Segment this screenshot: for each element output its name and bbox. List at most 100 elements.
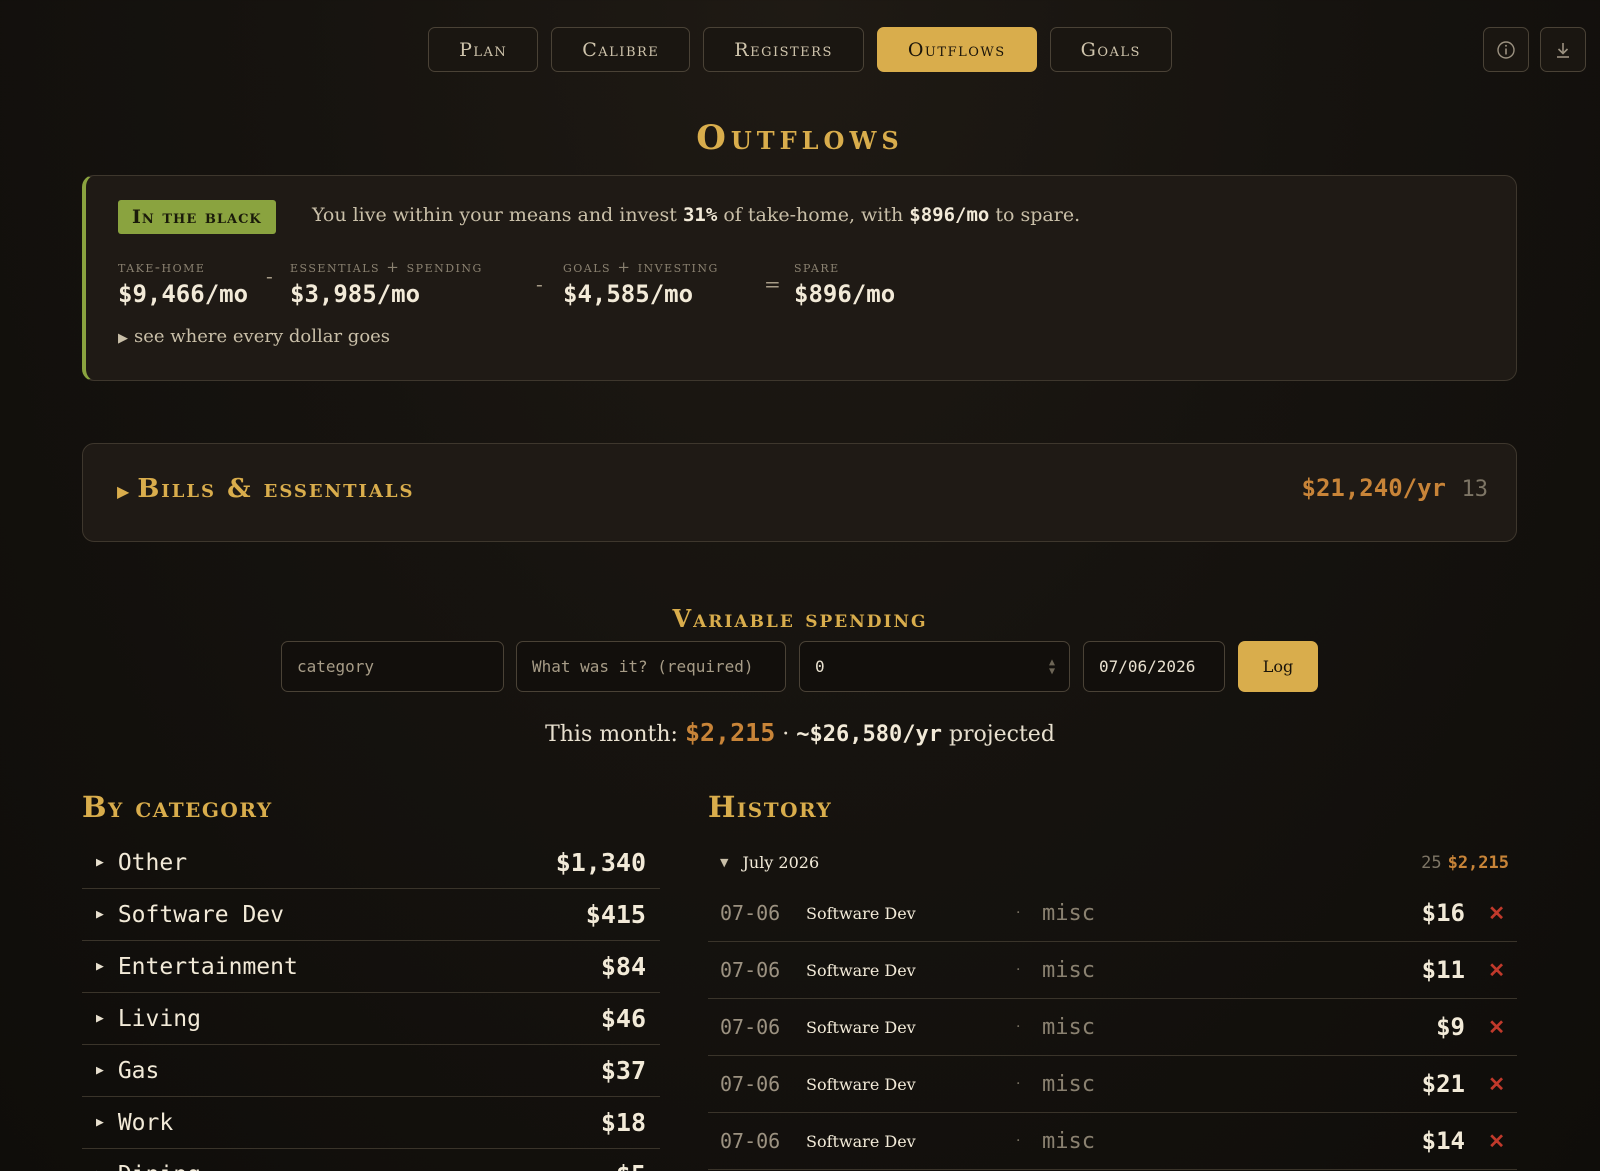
category-name: Entertainment	[117, 953, 298, 980]
info-icon	[1497, 40, 1515, 59]
separator: ·	[775, 722, 797, 747]
category-row[interactable]: ▶ Entertainment $84	[82, 941, 660, 993]
history-row: 07-06 Software Dev · misc $21 ✕	[708, 1056, 1517, 1113]
minus-operator: -	[536, 272, 543, 296]
metric-value: $4,585/mo	[563, 280, 694, 308]
category-row[interactable]: ▶ Living $46	[82, 993, 660, 1045]
history-category: Software Dev	[806, 1074, 916, 1094]
metric-label: spare	[794, 258, 840, 276]
delete-icon[interactable]: ✕	[1488, 1072, 1505, 1096]
metric-label: take-home	[118, 258, 206, 276]
history-amount: $14	[1421, 1127, 1465, 1155]
bills-amount: $21,240/yr	[1301, 474, 1447, 502]
see-where-toggle[interactable]: ▶ see where every dollar goes	[118, 326, 390, 347]
category-input[interactable]: category	[281, 641, 504, 692]
history-date: 07-06	[720, 1015, 781, 1039]
by-category-title: By category	[82, 790, 273, 824]
description-input[interactable]: What was it? (required)	[516, 641, 786, 692]
bills-section[interactable]: ▶ Bills & essentials $21,240/yr 13	[82, 443, 1517, 542]
caret-right-icon: ▶	[117, 482, 132, 501]
bullet-dot: ·	[1016, 1076, 1021, 1092]
delete-icon[interactable]: ✕	[1488, 958, 1505, 982]
variable-spending-title: Variable spending	[672, 604, 928, 633]
history-row: 07-06 Software Dev · misc $9 ✕	[708, 999, 1517, 1056]
delete-icon[interactable]: ✕	[1488, 1015, 1505, 1039]
date-input[interactable]: 07/06/2026	[1083, 641, 1225, 692]
caret-right-icon: ▶	[118, 331, 128, 346]
amount-input[interactable]: 0 ▲ ▼	[799, 641, 1070, 692]
category-name: Gas	[117, 1057, 160, 1084]
history-note: misc	[1042, 1014, 1095, 1040]
info-button[interactable]	[1483, 27, 1529, 72]
category-amount: $5	[616, 1160, 646, 1171]
history-amount: $9	[1436, 1013, 1465, 1041]
tab-goals[interactable]: Goals	[1049, 27, 1172, 72]
bills-count: 13	[1461, 477, 1489, 502]
category-amount: $18	[600, 1108, 646, 1137]
history-note: misc	[1042, 957, 1095, 983]
download-button[interactable]	[1540, 27, 1586, 72]
tab-plan[interactable]: Plan	[428, 27, 539, 72]
tab-registers[interactable]: Registers	[703, 27, 864, 72]
category-row[interactable]: ▶ Work $18	[82, 1097, 660, 1149]
history-month: July 2026	[742, 853, 820, 872]
top-nav: Plan Calibre Registers Outflows Goals	[0, 27, 1600, 72]
metric-value: $9,466/mo	[118, 280, 249, 308]
history-date: 07-06	[720, 901, 781, 925]
metric-label: goals + investing	[563, 258, 719, 276]
history-title: History	[708, 790, 833, 824]
metric-goals: goals + investing $4,585/mo	[563, 258, 719, 308]
see-where-label: see where every dollar goes	[134, 326, 391, 347]
history-category: Software Dev	[806, 960, 916, 980]
category-row[interactable]: ▶ Software Dev $415	[82, 889, 660, 941]
history-amount: $11	[1421, 956, 1465, 984]
history-date: 07-06	[720, 958, 781, 982]
history-month-group[interactable]: ▼ July 2026 25 $2,215	[708, 840, 1517, 885]
log-button[interactable]: Log	[1238, 641, 1318, 692]
caret-right-icon: ▶	[96, 1011, 104, 1026]
metric-essentials: essentials + spending $3,985/mo	[290, 258, 483, 308]
history-date: 07-06	[720, 1072, 781, 1096]
category-row[interactable]: ▶ Dining $5	[82, 1149, 660, 1171]
category-amount: $415	[585, 900, 646, 929]
caret-down-icon: ▼	[720, 856, 729, 869]
caret-right-icon: ▶	[96, 1115, 104, 1130]
caret-right-icon: ▶	[96, 1063, 104, 1078]
caret-right-icon: ▶	[96, 855, 104, 870]
delete-icon[interactable]: ✕	[1488, 901, 1505, 925]
category-amount: $84	[600, 952, 646, 981]
category-name: Work	[117, 1109, 174, 1136]
delete-icon[interactable]: ✕	[1488, 1129, 1505, 1153]
history-date: 07-06	[720, 1129, 781, 1153]
summary-text-post: to spare.	[989, 204, 1081, 226]
bullet-dot: ·	[1016, 1019, 1021, 1035]
summary-card: In the black You live within your means …	[82, 175, 1517, 381]
stepper-icon[interactable]: ▲ ▼	[1049, 658, 1055, 677]
metric-value: $3,985/mo	[290, 280, 421, 308]
category-list: ▶ Other $1,340 ▶ Software Dev $415 ▶ Entertai…	[82, 837, 660, 1171]
projected-label: projected	[941, 722, 1055, 747]
caret-right-icon: ▶	[96, 959, 104, 974]
history-note: misc	[1042, 900, 1095, 926]
metric-spare: spare $896/mo	[794, 258, 895, 308]
tab-outflows[interactable]: Outflows	[876, 27, 1037, 72]
bills-title-label: Bills & essentials	[137, 474, 415, 504]
metric-label: essentials + spending	[290, 258, 483, 276]
invest-percent: 31%	[682, 204, 718, 226]
history-note: misc	[1042, 1128, 1095, 1154]
spare-amount: $896/mo	[909, 204, 990, 226]
history-total: $2,215	[1447, 852, 1509, 873]
category-row[interactable]: ▶ Other $1,340	[82, 837, 660, 889]
equals-operator: =	[764, 272, 781, 296]
history-category: Software Dev	[806, 903, 916, 923]
bullet-dot: ·	[1016, 905, 1021, 921]
month-summary: This month: $2,215 · ~$26,580/yr project…	[0, 718, 1600, 747]
summary-sentence: You live within your means and invest 31…	[312, 204, 1080, 226]
projected-amount: ~$26,580/yr	[796, 722, 942, 747]
bullet-dot: ·	[1016, 962, 1021, 978]
history-amount: $16	[1421, 899, 1465, 927]
metric-value: $896/mo	[794, 280, 896, 308]
history-count: 25	[1421, 852, 1442, 873]
category-row[interactable]: ▶ Gas $37	[82, 1045, 660, 1097]
tab-calibre[interactable]: Calibre	[551, 27, 691, 72]
